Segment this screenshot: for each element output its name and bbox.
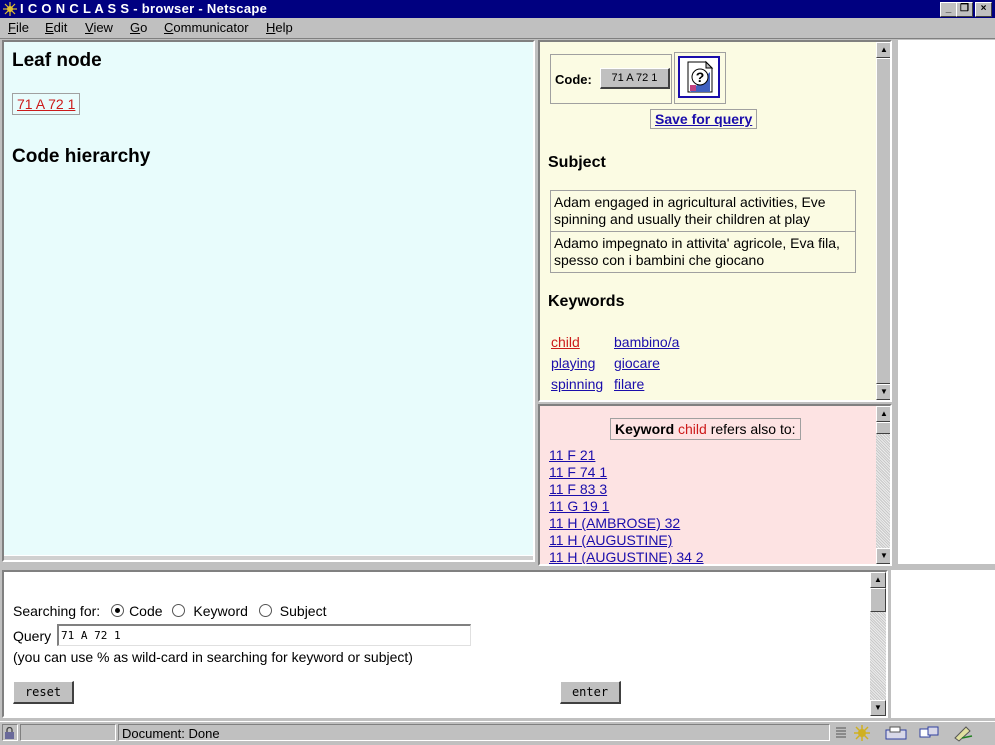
menu-file[interactable]: File <box>8 18 29 38</box>
offline-icon[interactable] <box>834 725 848 741</box>
security-lock-icon[interactable] <box>2 724 18 741</box>
discussion-icon[interactable] <box>918 725 942 741</box>
menu-communicator[interactable]: Communicator <box>164 18 249 38</box>
related-code-link[interactable]: 11 H (AUGUSTINE) <box>549 532 672 548</box>
leaf-node-frame: Leaf node 71 A 72 1 Code hierarchy <box>2 40 535 562</box>
title-bar: I C O N C L A S S - browser - Netscape _… <box>0 0 995 18</box>
window-title: I C O N C L A S S - browser - Netscape <box>20 1 268 16</box>
right-empty-frame <box>898 40 995 564</box>
code-hierarchy-heading: Code hierarchy <box>12 146 151 167</box>
help-icon-link[interactable]: ? <box>678 56 720 98</box>
search-type-row: Searching for: Code Keyword Subject <box>13 603 326 620</box>
keyword-refers-frame: Keyword child refers also to: 11 F 21 11… <box>538 404 892 566</box>
scroll-up-icon[interactable]: ▲ <box>876 42 890 58</box>
keyword-refers-prefix: Keyword <box>615 421 675 437</box>
radio-subject-label: Subject <box>279 603 327 619</box>
subject-italian: Adamo impegnato in attivita' agricole, E… <box>554 235 840 268</box>
radio-code[interactable] <box>111 604 125 617</box>
progress-panel <box>20 724 116 741</box>
scroll-up-icon[interactable]: ▲ <box>870 572 886 588</box>
keyword-it-link[interactable]: giocare <box>614 355 660 371</box>
query-input[interactable] <box>57 624 471 646</box>
scroll-up-icon[interactable]: ▲ <box>876 406 890 422</box>
keyword-en-link[interactable]: child <box>551 332 614 353</box>
reset-button[interactable]: reset <box>13 681 74 704</box>
query-label: Query <box>13 628 52 644</box>
menu-view[interactable]: View <box>85 18 113 38</box>
related-code-link[interactable]: 11 F 83 3 <box>549 481 607 497</box>
status-text: Document: Done <box>118 724 830 741</box>
code-label: Code: <box>555 72 592 87</box>
code-box: Code: 71 A 72 1 <box>550 54 672 104</box>
scrollbar-thumb[interactable] <box>876 422 890 434</box>
enter-button[interactable]: enter <box>560 681 621 704</box>
radio-keyword-label: Keyword <box>193 603 248 619</box>
close-button[interactable]: × <box>975 2 992 17</box>
subject-table: Adam engaged in agricultural activities,… <box>550 190 856 273</box>
keyword-refers-suffix: refers also to: <box>710 421 796 437</box>
scroll-down-icon[interactable]: ▼ <box>876 384 890 400</box>
related-code-link[interactable]: 11 H (AUGUSTINE) 34 2 <box>549 549 704 564</box>
searching-for-label: Searching for: <box>13 603 101 619</box>
related-code-link[interactable]: 11 H (AMBROSE) 32 <box>549 515 680 531</box>
scrollbar-thumb[interactable] <box>870 588 886 612</box>
related-code-link[interactable]: 11 F 74 1 <box>549 464 607 480</box>
scrollbar-thumb[interactable] <box>876 58 890 384</box>
subject-english: Adam engaged in agricultural activities,… <box>551 191 855 232</box>
menu-help[interactable]: Help <box>266 18 293 38</box>
code-frame-scrollbar[interactable]: ▲ ▼ <box>876 42 890 400</box>
search-frame-scrollbar[interactable]: ▲ ▼ <box>870 572 886 716</box>
help-icon-box: ? <box>674 52 726 104</box>
scroll-down-icon[interactable]: ▼ <box>870 700 886 716</box>
keyword-refers-box: Keyword child refers also to: <box>610 418 801 440</box>
code-detail-frame: Code: 71 A 72 1 ? Save for query Subject… <box>538 40 892 402</box>
related-code-link[interactable]: 11 F 21 <box>549 447 595 463</box>
menu-bar: File Edit View Go Communicator Help <box>0 18 995 39</box>
keywords-list: child bambino/a playing giocare spinning fi… <box>551 332 679 395</box>
keyword-it-link[interactable]: bambino/a <box>614 334 679 350</box>
related-codes-list: 11 F 21 11 F 74 1 11 F 83 3 11 G 19 1 11… <box>549 447 704 564</box>
save-for-query-link[interactable]: Save for query <box>655 111 752 127</box>
keyword-it-link[interactable]: filare <box>614 376 644 392</box>
mail-icon[interactable] <box>884 725 908 741</box>
composer-icon[interactable] <box>952 724 976 742</box>
menu-go[interactable]: Go <box>130 18 147 38</box>
scroll-down-icon[interactable]: ▼ <box>876 548 890 564</box>
search-frame: Searching for: Code Keyword Subject Quer… <box>2 570 888 718</box>
leaf-code-box: 71 A 72 1 <box>12 93 81 115</box>
save-box: Save for query <box>650 109 758 129</box>
leaf-code-link[interactable]: 71 A 72 1 <box>17 96 75 112</box>
restore-button[interactable]: ❐ <box>956 2 973 17</box>
svg-text:?: ? <box>696 69 705 85</box>
keyword-en-link[interactable]: playing <box>551 353 614 374</box>
radio-code-label: Code <box>129 603 163 619</box>
status-bar: Document: Done <box>0 721 995 745</box>
keywords-heading: Keywords <box>548 293 625 310</box>
code-value-button[interactable]: 71 A 72 1 <box>600 68 670 89</box>
keyword-frame-scrollbar[interactable]: ▲ ▼ <box>876 406 890 564</box>
navigator-icon[interactable] <box>852 724 872 742</box>
radio-subject[interactable] <box>258 604 272 617</box>
leaf-node-heading: Leaf node <box>12 50 102 71</box>
bottom-right-empty-frame <box>891 570 995 718</box>
netscape-app-icon <box>3 2 17 16</box>
related-code-link[interactable]: 11 G 19 1 <box>549 498 609 514</box>
wildcard-hint: (you can use % as wild-card in searching… <box>13 649 413 665</box>
radio-keyword[interactable] <box>172 604 186 617</box>
keyword-refers-word: child <box>678 421 707 437</box>
left-frame-resize-edge[interactable] <box>4 555 533 560</box>
minimize-button[interactable]: _ <box>940 2 957 17</box>
subject-heading: Subject <box>548 154 606 171</box>
menu-edit[interactable]: Edit <box>45 18 67 38</box>
document-help-icon: ? <box>687 60 714 93</box>
keyword-en-link[interactable]: spinning <box>551 374 614 395</box>
